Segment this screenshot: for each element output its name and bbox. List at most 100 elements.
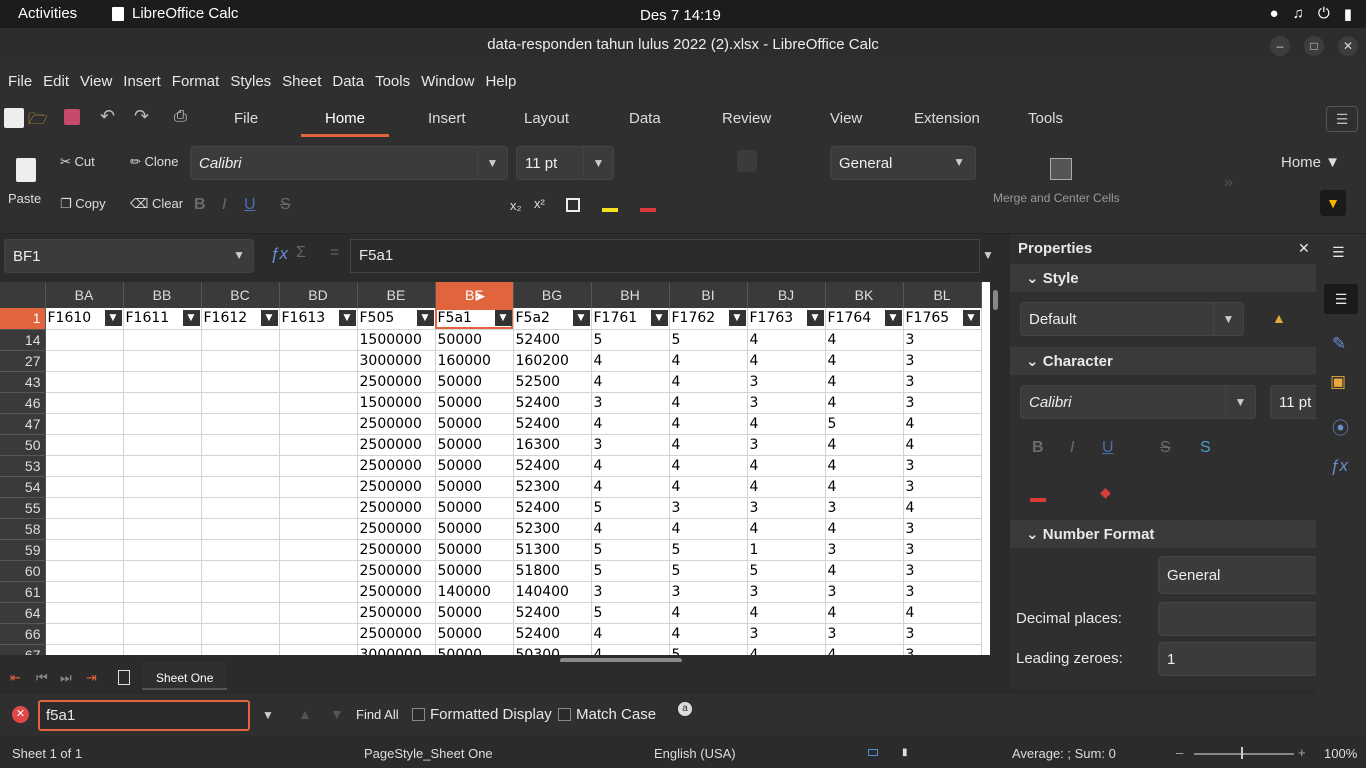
cell[interactable]: 52400 <box>513 329 592 351</box>
strikethrough-icon[interactable]: S <box>280 196 291 214</box>
hamburger-menu-icon[interactable]: ☰ <box>1326 106 1358 132</box>
cell[interactable]: 3 <box>903 560 982 582</box>
cell[interactable] <box>201 371 280 393</box>
filter-dropdown-icon[interactable]: ▼ <box>182 310 200 326</box>
menu-view[interactable]: View <box>80 62 123 100</box>
cell[interactable]: 4 <box>825 350 904 372</box>
cell[interactable]: 5 <box>747 560 826 582</box>
properties-deck-icon[interactable]: ☰ <box>1324 284 1358 314</box>
number-format-combo[interactable]: General ▼ <box>830 146 976 180</box>
name-box[interactable]: BF1 ▼ <box>4 239 254 273</box>
tab-home[interactable]: Home <box>300 110 390 137</box>
cell[interactable] <box>201 602 280 624</box>
cell[interactable]: 5 <box>825 413 904 435</box>
cell[interactable]: 5 <box>591 539 670 561</box>
cell[interactable]: 5 <box>669 329 748 351</box>
filter-dropdown-icon[interactable]: ▼ <box>884 310 902 326</box>
autofilter-header-cell[interactable]: F1763 ▼ <box>747 308 826 330</box>
cell[interactable] <box>279 497 358 519</box>
cell[interactable]: 4 <box>669 371 748 393</box>
add-sheet-icon[interactable] <box>118 670 130 685</box>
cell[interactable]: 4 <box>747 455 826 477</box>
cell[interactable]: 3 <box>747 434 826 456</box>
cell[interactable] <box>201 434 280 456</box>
filter-dropdown-icon[interactable]: ▼ <box>650 310 668 326</box>
cell[interactable] <box>201 413 280 435</box>
cell[interactable]: 3 <box>903 623 982 645</box>
column-header[interactable]: BL <box>903 282 982 308</box>
select-all-corner[interactable] <box>0 282 46 308</box>
cell[interactable]: 4 <box>825 434 904 456</box>
cell[interactable]: 2500000 <box>357 623 436 645</box>
cell[interactable] <box>279 329 358 351</box>
column-header[interactable]: BC <box>201 282 280 308</box>
cell[interactable]: 52400 <box>513 497 592 519</box>
cell[interactable]: 3 <box>903 581 982 603</box>
column-header[interactable]: BH <box>591 282 670 308</box>
character-section-header[interactable]: ⌄ Character <box>1010 347 1316 375</box>
cell[interactable]: 4 <box>669 350 748 372</box>
cell[interactable]: 160000 <box>435 350 514 372</box>
paste-button[interactable]: Paste <box>8 191 41 206</box>
undo-icon[interactable]: ↶ <box>100 106 115 127</box>
cell[interactable]: 52400 <box>513 392 592 414</box>
autofilter-header-cell[interactable]: F1611 ▼ <box>123 308 202 330</box>
filter-dropdown-icon[interactable]: ▼ <box>416 310 434 326</box>
cell[interactable] <box>45 518 124 540</box>
cell[interactable]: 50000 <box>435 371 514 393</box>
cell[interactable]: 52300 <box>513 476 592 498</box>
cell[interactable]: 4 <box>669 518 748 540</box>
row-header[interactable]: 64 <box>0 602 46 624</box>
column-header[interactable]: BA <box>45 282 124 308</box>
sidebar-number-format-combo[interactable]: General <box>1158 556 1328 594</box>
cell[interactable]: 4 <box>825 518 904 540</box>
cell[interactable]: 140400 <box>513 581 592 603</box>
cell[interactable]: 50000 <box>435 413 514 435</box>
cell[interactable]: 3 <box>903 455 982 477</box>
find-input[interactable]: f5a1 <box>38 700 250 731</box>
cell[interactable]: 52300 <box>513 518 592 540</box>
bold-icon[interactable]: B <box>1032 439 1044 457</box>
cell[interactable]: 2500000 <box>357 581 436 603</box>
styles-deck-icon[interactable]: ✎ <box>1332 334 1346 354</box>
row-header[interactable]: 66 <box>0 623 46 645</box>
next-sheet-icon[interactable]: ⏭ <box>60 670 72 686</box>
match-case-checkbox[interactable] <box>558 708 571 721</box>
menu-help[interactable]: Help <box>485 62 527 100</box>
row-header[interactable]: 59 <box>0 539 46 561</box>
last-sheet-icon[interactable]: ⇥ <box>86 670 97 686</box>
cell[interactable]: 51800 <box>513 560 592 582</box>
cell[interactable]: 3 <box>825 623 904 645</box>
cell[interactable] <box>45 602 124 624</box>
cell[interactable] <box>123 560 202 582</box>
cell[interactable]: 1 <box>747 539 826 561</box>
find-replace-icon[interactable]: a <box>678 702 692 716</box>
zoom-out-icon[interactable]: – <box>1176 745 1183 760</box>
cell[interactable]: 4 <box>903 602 982 624</box>
cell[interactable] <box>45 644 124 655</box>
cell[interactable]: 3 <box>591 392 670 414</box>
cell[interactable]: 4 <box>747 350 826 372</box>
column-header[interactable]: BD <box>279 282 358 308</box>
cell[interactable]: 4 <box>591 644 670 655</box>
cell[interactable]: 4 <box>669 476 748 498</box>
sum-icon[interactable]: Σ <box>296 244 306 262</box>
overflow-chevron-icon[interactable]: » <box>1224 174 1233 192</box>
cell[interactable] <box>45 476 124 498</box>
cell[interactable]: 3 <box>591 434 670 456</box>
autofilter-header-cell[interactable]: F5a2 ▼ <box>513 308 592 330</box>
open-folder-icon[interactable]: 🗁 <box>28 108 48 135</box>
column-header[interactable]: BJ <box>747 282 826 308</box>
cell[interactable]: 160200 <box>513 350 592 372</box>
cell[interactable] <box>45 539 124 561</box>
cell[interactable] <box>201 392 280 414</box>
cell[interactable]: 4 <box>591 413 670 435</box>
highlight-color-icon[interactable] <box>602 208 618 212</box>
cell[interactable] <box>279 602 358 624</box>
menu-sheet[interactable]: Sheet <box>282 62 332 100</box>
row-header[interactable]: 27 <box>0 350 46 372</box>
menu-tools[interactable]: Tools <box>375 62 421 100</box>
filter-dropdown-icon[interactable]: ▼ <box>338 310 356 326</box>
autofilter-header-cell[interactable]: F5a1 ▼ <box>435 308 514 330</box>
cell[interactable] <box>201 329 280 351</box>
